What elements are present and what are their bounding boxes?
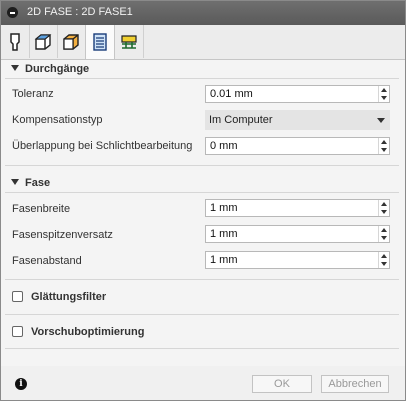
fasenspitzenversatz-value: 1 mm bbox=[210, 228, 238, 240]
tab-passes[interactable] bbox=[85, 25, 115, 59]
section-fase-title: Fase bbox=[25, 177, 51, 189]
ueberlappung-label: Überlappung bei Schlichtbearbeitung bbox=[12, 140, 193, 152]
spin-down-icon[interactable] bbox=[381, 262, 387, 266]
ueberlappung-spinner[interactable] bbox=[378, 138, 389, 154]
kompensation-value: Im Computer bbox=[209, 114, 273, 126]
fasenabstand-value: 1 mm bbox=[210, 254, 238, 266]
fasenbreite-value: 1 mm bbox=[210, 202, 238, 214]
tab-bar bbox=[1, 25, 405, 60]
tool-tab-icon bbox=[10, 32, 20, 51]
spin-up-icon[interactable] bbox=[381, 88, 387, 92]
spin-down-icon[interactable] bbox=[381, 96, 387, 100]
ok-button[interactable]: OK bbox=[252, 375, 312, 393]
divider bbox=[5, 192, 399, 193]
heights-tab-icon bbox=[63, 33, 79, 50]
divider bbox=[5, 348, 399, 349]
tab-tool[interactable] bbox=[1, 25, 30, 58]
tab-heights[interactable] bbox=[57, 25, 86, 58]
kompensation-label: Kompensationstyp bbox=[12, 114, 103, 126]
cancel-button[interactable]: Abbrechen bbox=[321, 375, 389, 393]
spin-up-icon[interactable] bbox=[381, 140, 387, 144]
geometry-tab-icon bbox=[34, 33, 52, 50]
section-fase-header[interactable]: Fase bbox=[11, 177, 50, 189]
section-durchgaenge-header[interactable]: Durchgänge bbox=[11, 63, 89, 75]
spin-down-icon[interactable] bbox=[381, 210, 387, 214]
tab-geometry[interactable] bbox=[29, 25, 58, 58]
fasenabstand-input[interactable]: 1 mm bbox=[205, 251, 390, 269]
tab-linking[interactable] bbox=[115, 25, 144, 58]
fasenbreite-label: Fasenbreite bbox=[12, 203, 71, 215]
spin-up-icon[interactable] bbox=[381, 202, 387, 206]
fasenspitzenversatz-label: Fasenspitzenversatz bbox=[12, 229, 113, 241]
kompensation-select[interactable]: Im Computer bbox=[205, 110, 390, 130]
toleranz-spinner[interactable] bbox=[378, 86, 389, 102]
spin-up-icon[interactable] bbox=[381, 228, 387, 232]
toleranz-label: Toleranz bbox=[12, 88, 54, 100]
fasenabstand-spinner[interactable] bbox=[378, 252, 389, 268]
fasenabstand-label: Fasenabstand bbox=[12, 255, 82, 267]
spin-down-icon[interactable] bbox=[381, 236, 387, 240]
spin-up-icon[interactable] bbox=[381, 254, 387, 258]
toleranz-input[interactable]: 0.01 mm bbox=[205, 85, 390, 103]
collapse-triangle-icon bbox=[11, 65, 19, 71]
divider bbox=[5, 314, 399, 315]
fasenbreite-spinner[interactable] bbox=[378, 200, 389, 216]
toleranz-value: 0.01 mm bbox=[210, 88, 253, 100]
glaettungsfilter-checkbox[interactable] bbox=[12, 291, 23, 302]
title-bar[interactable]: 2D FASE : 2D FASE1 bbox=[1, 1, 405, 25]
ueberlappung-input[interactable]: 0 mm bbox=[205, 137, 390, 155]
dialog-title: 2D FASE : 2D FASE1 bbox=[27, 6, 133, 18]
fasenbreite-input[interactable]: 1 mm bbox=[205, 199, 390, 217]
fasenspitzenversatz-input[interactable]: 1 mm bbox=[205, 225, 390, 243]
spin-down-icon[interactable] bbox=[381, 148, 387, 152]
info-icon[interactable]: i bbox=[15, 378, 27, 390]
collapse-triangle-icon bbox=[11, 179, 19, 185]
dialog-footer: i OK Abbrechen bbox=[1, 366, 405, 400]
minimize-icon[interactable] bbox=[7, 7, 18, 18]
divider bbox=[5, 78, 399, 79]
dialog-window: 2D FASE : 2D FASE1 Durchgänge Toleranz 0… bbox=[0, 0, 406, 401]
dropdown-arrow-icon bbox=[377, 118, 385, 123]
glaettungsfilter-label[interactable]: Glättungsfilter bbox=[31, 291, 106, 303]
divider bbox=[5, 165, 399, 166]
vorschuboptimierung-checkbox[interactable] bbox=[12, 326, 23, 337]
ueberlappung-value: 0 mm bbox=[210, 140, 238, 152]
vorschuboptimierung-label[interactable]: Vorschuboptimierung bbox=[31, 326, 144, 338]
passes-tab-icon bbox=[93, 33, 107, 51]
linking-tab-icon bbox=[121, 34, 137, 49]
section-durchgaenge-title: Durchgänge bbox=[25, 63, 90, 75]
fasenspitzenversatz-spinner[interactable] bbox=[378, 226, 389, 242]
divider bbox=[5, 279, 399, 280]
